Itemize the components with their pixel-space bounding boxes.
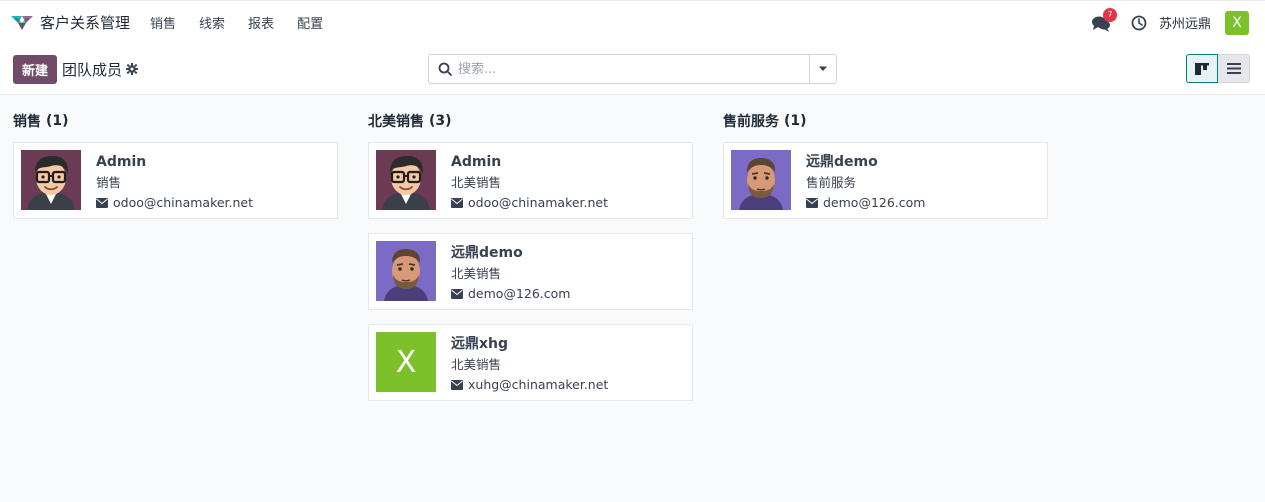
list-view-button[interactable] (1218, 54, 1250, 83)
column-count: (1) (46, 113, 69, 129)
member-name: Admin (451, 154, 502, 170)
column-header[interactable]: 售前服务 (1) (723, 108, 1048, 134)
member-team: 北美销售 (451, 357, 502, 372)
member-email: demo@126.com (823, 195, 926, 210)
member-card[interactable]: Admin 销售 odoo@chinamaker.net (13, 142, 338, 219)
email-row: odoo@chinamaker.net (96, 195, 253, 210)
member-team: 销售 (96, 175, 122, 190)
email-row: demo@126.com (451, 286, 570, 301)
app-brand[interactable]: 客户关系管理 (10, 12, 130, 33)
top-menu: 销售 线索 报表 配置 (150, 13, 346, 32)
avatar (731, 150, 791, 210)
avatar (376, 241, 436, 301)
member-team: 售前服务 (806, 175, 857, 190)
kanban-column-na-sales: 北美销售 (3) Admin 北美销售 odoo@chinamaker.net … (368, 108, 693, 415)
card-info: Admin 销售 odoo@chinamaker.net (96, 150, 253, 210)
envelope-icon (451, 288, 463, 299)
demo-avatar-icon (731, 150, 791, 210)
kanban-board: 销售 (1) Admin 销售 odoo@chinamaker.net 北美销售… (0, 95, 1265, 415)
envelope-icon (806, 197, 818, 208)
kanban-view-button[interactable] (1186, 54, 1218, 83)
member-name: 远鼎demo (806, 154, 878, 170)
card-info: 远鼎demo 北美销售 demo@126.com (451, 241, 570, 301)
avatar: X (376, 332, 436, 392)
main-navbar: 客户关系管理 销售 线索 报表 配置 7 苏州远鼎 X (0, 0, 1265, 44)
column-title: 北美销售 (368, 114, 424, 130)
column-title: 销售 (13, 114, 41, 130)
message-count-badge: 7 (1102, 7, 1117, 22)
member-email: xuhg@chinamaker.net (468, 377, 609, 392)
company-switcher[interactable]: 苏州远鼎 (1159, 13, 1211, 32)
member-email: demo@126.com (468, 286, 571, 301)
menu-sales[interactable]: 销售 (150, 13, 176, 32)
kanban-column-presales: 售前服务 (1) 远鼎demo 售前服务 demo@126.com (723, 108, 1048, 415)
search-input[interactable] (458, 61, 809, 77)
admin-avatar-icon (21, 150, 81, 210)
member-card[interactable]: 远鼎demo 售前服务 demo@126.com (723, 142, 1048, 219)
letter-avatar: X (376, 332, 436, 392)
email-row: xuhg@chinamaker.net (451, 377, 608, 392)
clock-icon[interactable] (1131, 15, 1147, 31)
page-title: 团队成员 (62, 60, 123, 79)
column-header[interactable]: 销售 (1) (13, 108, 338, 134)
column-header[interactable]: 北美销售 (3) (368, 108, 693, 134)
search-options-toggle[interactable] (809, 55, 836, 83)
member-name: 远鼎xhg (451, 336, 509, 352)
gear-icon[interactable] (126, 63, 139, 75)
view-switcher (1186, 54, 1250, 83)
email-row: demo@126.com (806, 195, 925, 210)
avatar (21, 150, 81, 210)
search-icon (438, 62, 452, 76)
control-panel: 新建 团队成员 (0, 44, 1265, 95)
member-email: odoo@chinamaker.net (468, 195, 609, 210)
column-title: 售前服务 (723, 114, 779, 130)
member-name: 远鼎demo (451, 245, 523, 261)
card-info: Admin 北美销售 odoo@chinamaker.net (451, 150, 608, 210)
caret-down-icon (819, 66, 827, 71)
kanban-icon (1195, 62, 1209, 75)
member-card[interactable]: X 远鼎xhg 北美销售 xuhg@chinamaker.net (368, 324, 693, 401)
kanban-column-sales: 销售 (1) Admin 销售 odoo@chinamaker.net (13, 108, 338, 415)
envelope-icon (96, 197, 108, 208)
column-count: (1) (784, 113, 807, 129)
member-team: 北美销售 (451, 266, 502, 281)
app-name: 客户关系管理 (40, 14, 131, 32)
menu-reports[interactable]: 报表 (248, 13, 274, 32)
list-icon (1226, 63, 1241, 74)
crm-logo-icon (11, 15, 33, 30)
member-card[interactable]: Admin 北美销售 odoo@chinamaker.net (368, 142, 693, 219)
envelope-icon (451, 379, 463, 390)
messages-button[interactable]: 7 (1091, 7, 1117, 34)
member-name: Admin (96, 154, 147, 170)
column-count: (3) (429, 113, 452, 129)
user-avatar[interactable]: X (1225, 10, 1249, 35)
member-card[interactable]: 远鼎demo 北美销售 demo@126.com (368, 233, 693, 310)
new-button[interactable]: 新建 (13, 54, 58, 84)
admin-avatar-icon (376, 150, 436, 210)
search-bar (428, 54, 837, 84)
member-email: odoo@chinamaker.net (113, 195, 254, 210)
menu-config[interactable]: 配置 (297, 13, 323, 32)
envelope-icon (451, 197, 463, 208)
menu-leads[interactable]: 线索 (199, 13, 225, 32)
demo-avatar-icon (376, 241, 436, 301)
email-row: odoo@chinamaker.net (451, 195, 608, 210)
navbar-right: 7 苏州远鼎 X (1091, 7, 1255, 35)
avatar (376, 150, 436, 210)
member-team: 北美销售 (451, 175, 502, 190)
card-info: 远鼎xhg 北美销售 xuhg@chinamaker.net (451, 332, 608, 392)
card-info: 远鼎demo 售前服务 demo@126.com (806, 150, 925, 210)
